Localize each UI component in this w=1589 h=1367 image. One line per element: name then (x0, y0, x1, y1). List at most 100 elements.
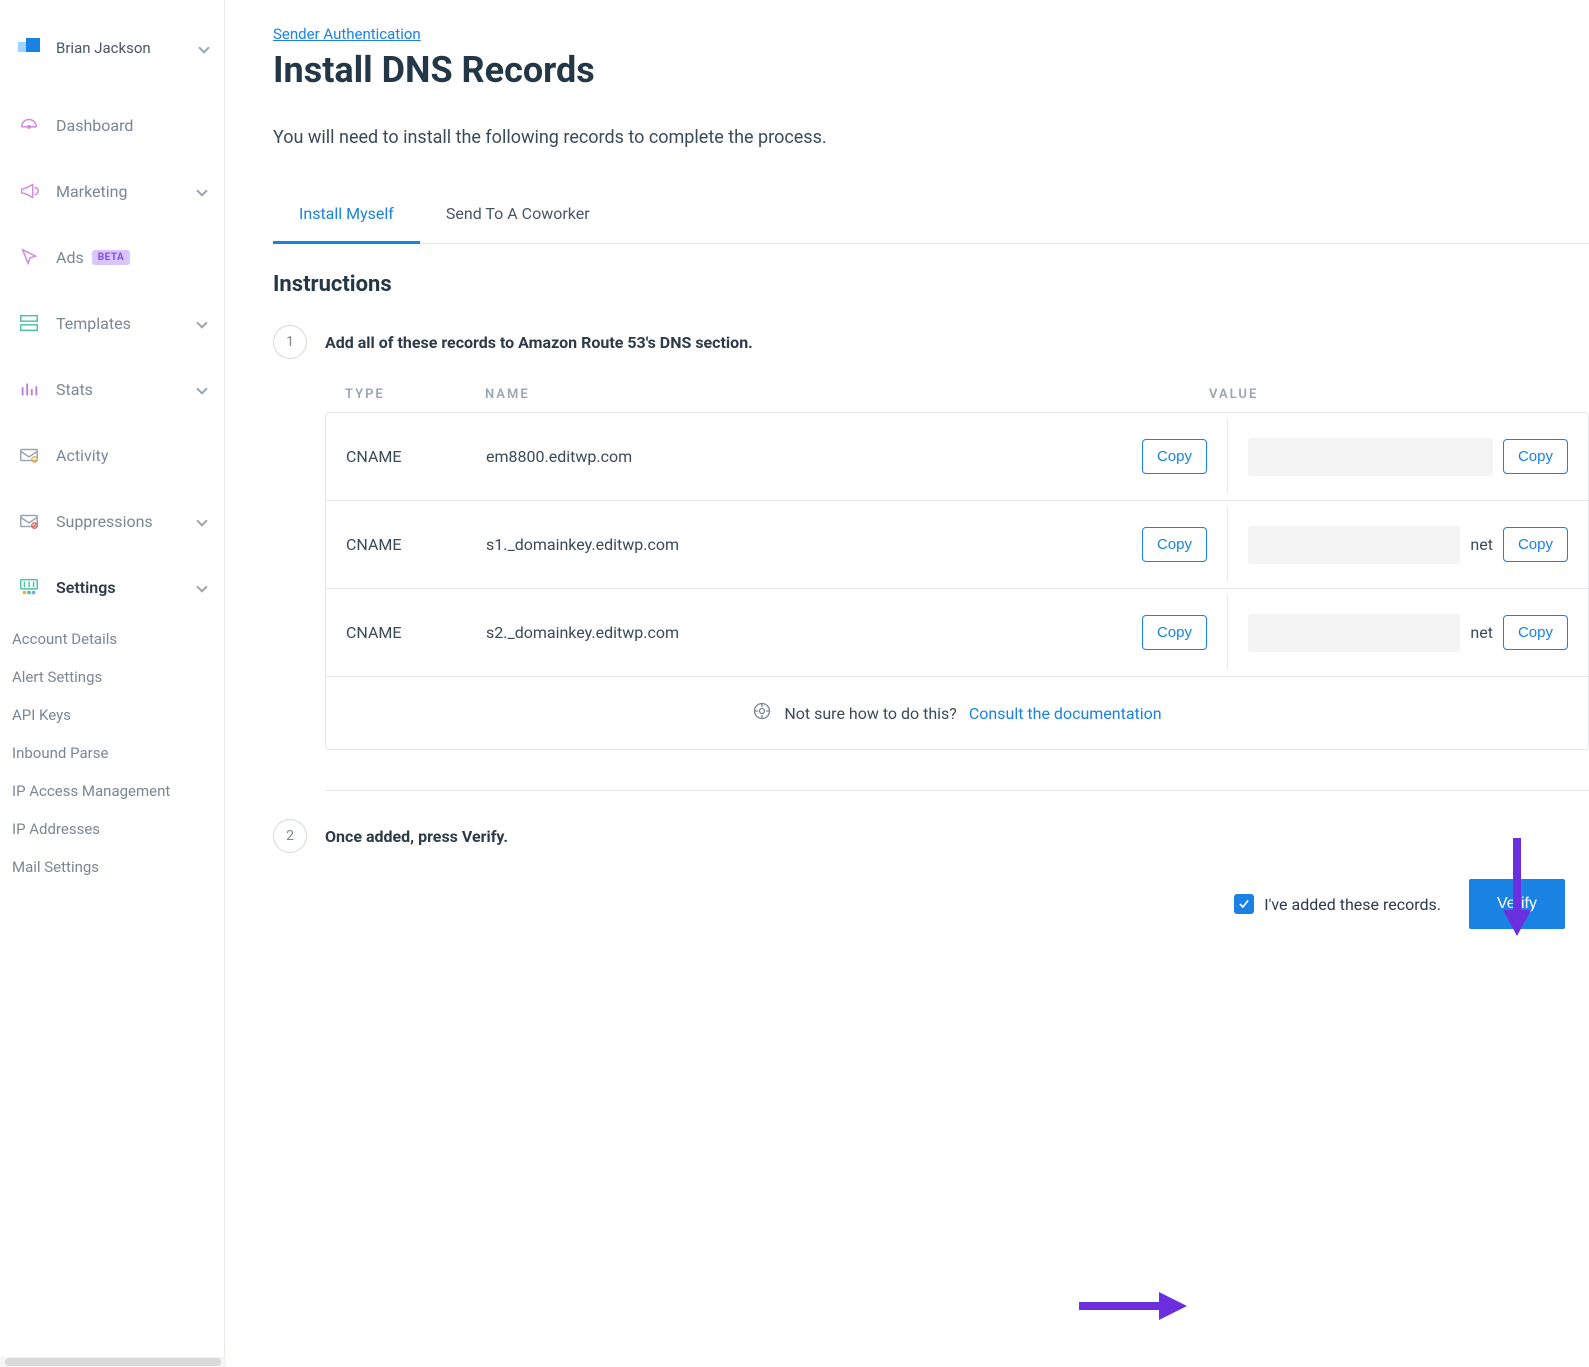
subnav-inbound-parse[interactable]: Inbound Parse (0, 734, 224, 772)
step-1: 1 Add all of these records to Amazon Rou… (273, 325, 1589, 359)
checkbox-icon (1234, 894, 1254, 914)
chevron-down-icon (196, 581, 207, 592)
record-name: s1._domainkey.editwp.com (486, 535, 679, 554)
table-row: CNAME s1._domainkey.editwp.com Copy net … (326, 501, 1588, 589)
step-label: Add all of these records to Amazon Route… (325, 333, 753, 352)
sidebar-item-templates[interactable]: Templates (0, 290, 224, 356)
annotation-arrow-right-icon (1079, 1289, 1189, 1323)
sidebar-item-suppressions[interactable]: Suppressions (0, 488, 224, 554)
subnav-account-details[interactable]: Account Details (0, 620, 224, 658)
table-row: CNAME em8800.editwp.com Copy Copy (326, 413, 1588, 501)
records-table: TYPE NAME VALUE CNAME em8800.editwp.com … (325, 377, 1589, 750)
record-name: s2._domainkey.editwp.com (486, 623, 679, 642)
copy-value-button[interactable]: Copy (1503, 439, 1568, 474)
chevron-down-icon (196, 515, 207, 526)
instructions-heading: Instructions (273, 272, 1589, 297)
nav-label: Suppressions (56, 512, 153, 531)
cell-name: s2._domainkey.editwp.com Copy (466, 595, 1228, 670)
step-label: Once added, press Verify. (325, 827, 508, 846)
documentation-link[interactable]: Consult the documentation (969, 704, 1162, 723)
dashboard-icon (18, 114, 40, 136)
stats-icon (18, 378, 40, 400)
chevron-down-icon (196, 317, 207, 328)
cell-type: CNAME (326, 427, 466, 486)
nav-label: Dashboard (56, 116, 133, 135)
cell-name: s1._domainkey.editwp.com Copy (466, 507, 1228, 582)
main-content: Sender Authentication Install DNS Record… (225, 0, 1589, 1367)
col-value: VALUE (1209, 387, 1569, 402)
chevron-down-icon (196, 185, 207, 196)
subnav-ip-access-management[interactable]: IP Access Management (0, 772, 224, 810)
user-name: Brian Jackson (56, 39, 151, 57)
copy-name-button[interactable]: Copy (1142, 439, 1207, 474)
col-type: TYPE (345, 387, 485, 402)
activity-icon (18, 444, 40, 466)
tab-send-coworker[interactable]: Send To A Coworker (420, 186, 616, 243)
cell-value: net Copy (1228, 594, 1588, 672)
help-icon (752, 701, 772, 725)
horizontal-scrollbar[interactable] (0, 1357, 226, 1367)
sidebar-item-ads[interactable]: Ads BETA (0, 224, 224, 290)
documentation-hint: Not sure how to do this? Consult the doc… (326, 677, 1588, 749)
cell-name: em8800.editwp.com Copy (466, 419, 1228, 494)
suppressions-icon (18, 510, 40, 532)
nav-label: Activity (56, 446, 108, 465)
verify-button[interactable]: Verify (1469, 879, 1565, 929)
breadcrumb[interactable]: Sender Authentication (273, 25, 421, 43)
intro-text: You will need to install the following r… (273, 127, 1589, 148)
megaphone-icon (18, 180, 40, 202)
subnav-api-keys[interactable]: API Keys (0, 696, 224, 734)
verify-row: I've added these records. Verify (273, 879, 1589, 929)
record-name: em8800.editwp.com (486, 447, 632, 466)
table-row: CNAME s2._domainkey.editwp.com Copy net … (326, 589, 1588, 677)
sidebar-item-activity[interactable]: Activity (0, 422, 224, 488)
chevron-down-icon (196, 383, 207, 394)
copy-name-button[interactable]: Copy (1142, 615, 1207, 650)
nav-label: Ads (56, 248, 84, 267)
value-suffix: net (1470, 623, 1493, 642)
settings-icon (18, 576, 40, 598)
step-number: 1 (273, 325, 307, 359)
nav-label: Marketing (56, 182, 127, 201)
cell-value: net Copy (1228, 506, 1588, 584)
nav-label: Templates (56, 314, 131, 333)
page-title: Install DNS Records (273, 49, 1589, 91)
nav-label: Stats (56, 380, 93, 399)
step-2: 2 Once added, press Verify. (273, 819, 1589, 853)
tab-install-myself[interactable]: Install Myself (273, 186, 420, 244)
divider (325, 790, 1589, 791)
table-body: CNAME em8800.editwp.com Copy Copy CNAME … (325, 412, 1589, 750)
chevron-down-icon (198, 42, 209, 53)
cell-value: Copy (1228, 418, 1588, 496)
cursor-icon (18, 246, 40, 268)
redacted-value (1248, 526, 1460, 564)
logo-mark (18, 36, 42, 60)
copy-value-button[interactable]: Copy (1503, 527, 1568, 562)
col-name: NAME (485, 387, 1209, 402)
sidebar-item-dashboard[interactable]: Dashboard (0, 92, 224, 158)
cell-type: CNAME (326, 603, 466, 662)
sidebar-item-marketing[interactable]: Marketing (0, 158, 224, 224)
records-added-checkbox[interactable]: I've added these records. (1234, 894, 1441, 914)
table-header: TYPE NAME VALUE (325, 377, 1589, 412)
account-switcher[interactable]: Brian Jackson (0, 28, 224, 84)
sidebar-item-stats[interactable]: Stats (0, 356, 224, 422)
subnav-alert-settings[interactable]: Alert Settings (0, 658, 224, 696)
sidebar: Brian Jackson Dashboard Marketing (0, 0, 225, 1367)
redacted-value (1248, 614, 1460, 652)
sidebar-item-settings[interactable]: Settings (0, 554, 224, 620)
beta-badge: BETA (92, 250, 131, 265)
cell-type: CNAME (326, 515, 466, 574)
copy-value-button[interactable]: Copy (1503, 615, 1568, 650)
copy-name-button[interactable]: Copy (1142, 527, 1207, 562)
nav-label: Settings (56, 578, 116, 597)
subnav-mail-settings[interactable]: Mail Settings (0, 848, 224, 886)
checkbox-label: I've added these records. (1264, 895, 1441, 914)
settings-subnav: Account Details Alert Settings API Keys … (0, 620, 224, 886)
redacted-value (1248, 438, 1493, 476)
step-number: 2 (273, 819, 307, 853)
scrollbar-thumb[interactable] (5, 1358, 222, 1366)
primary-nav: Dashboard Marketing Ads BETA (0, 84, 224, 620)
subnav-ip-addresses[interactable]: IP Addresses (0, 810, 224, 848)
hint-text: Not sure how to do this? (784, 704, 957, 723)
